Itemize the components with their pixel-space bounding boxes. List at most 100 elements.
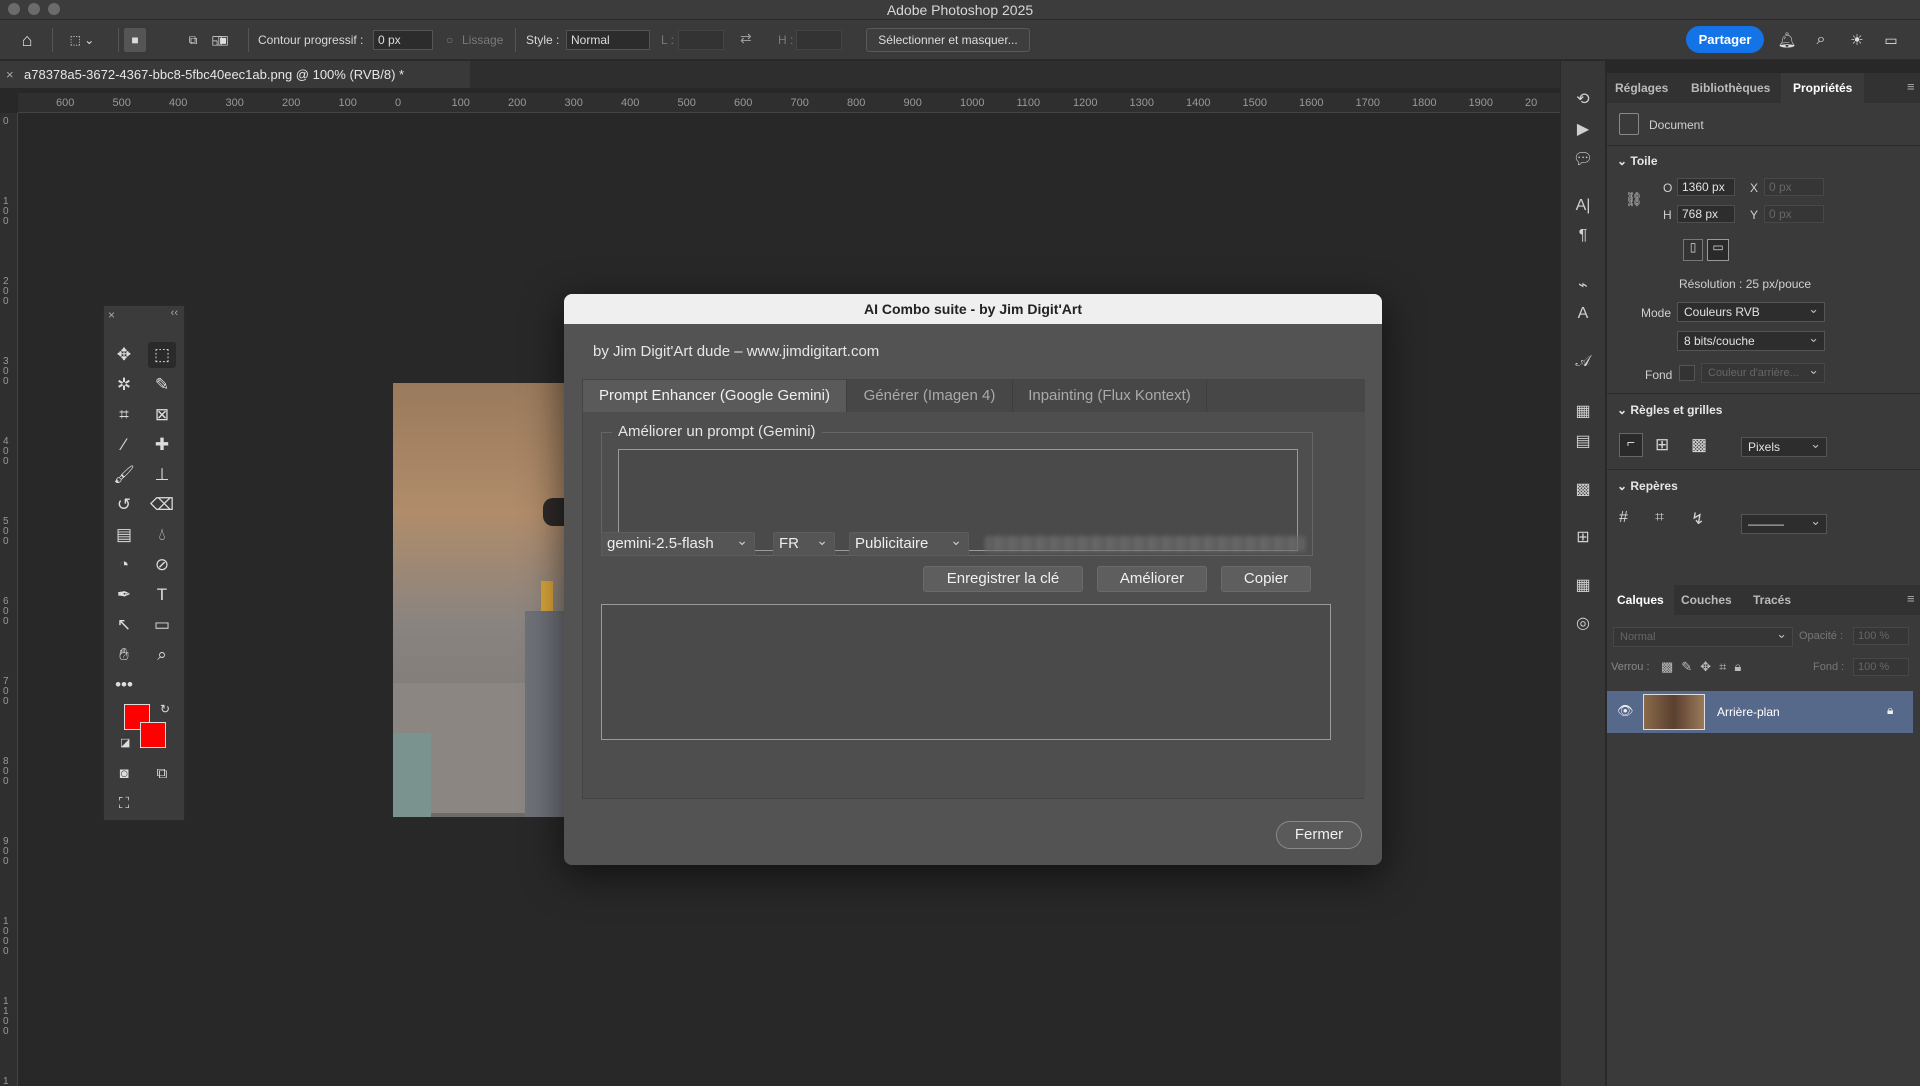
grid-icon[interactable]: ⊞ [1655, 435, 1669, 455]
table-icon[interactable]: ▦ [1571, 575, 1595, 597]
move-tool-icon[interactable]: ✥ [110, 342, 138, 368]
style-select[interactable]: Normal [566, 30, 650, 50]
guide-style-select[interactable]: ——— [1741, 512, 1827, 534]
feather-input[interactable]: 0 px [373, 30, 433, 50]
result-output[interactable] [601, 604, 1331, 740]
eyedropper-tool-icon[interactable]: ⁄ [110, 432, 138, 458]
close-tab-icon[interactable]: × [6, 61, 14, 88]
eraser-tool-icon[interactable]: ⌫ [148, 492, 176, 518]
character-icon[interactable]: A| [1571, 197, 1595, 219]
blur-tool-icon[interactable]: 💧︎ [148, 522, 176, 548]
collapse-tools-icon[interactable]: ‹‹ [171, 307, 178, 319]
swap-icon[interactable]: ⇄ [740, 30, 752, 47]
more-tools-icon[interactable]: ••• [110, 672, 138, 698]
language-select[interactable]: FR [773, 529, 835, 556]
notes-icon[interactable]: ▤ [1571, 431, 1595, 453]
tab-proprietes[interactable]: Propriétés [1781, 73, 1865, 103]
style-select[interactable]: Publicitaire [849, 529, 969, 556]
link-icon[interactable]: ⛓ [1625, 191, 1643, 208]
add-selection-icon[interactable]: ⧉ [182, 28, 204, 52]
tab-prompt-enhancer[interactable]: Prompt Enhancer (Google Gemini) [583, 380, 847, 412]
canvas-section-header[interactable]: ⌄ Toile [1617, 154, 1658, 168]
gradients-icon[interactable]: ▩ [1571, 479, 1595, 501]
canvas-y-input[interactable]: 0 px [1764, 205, 1824, 223]
width-input[interactable] [678, 30, 724, 50]
height-input[interactable] [796, 30, 842, 50]
history-icon[interactable]: ⟲ [1571, 89, 1595, 111]
hand-tool-icon[interactable]: ✋︎ [110, 642, 138, 668]
pixel-grid-icon[interactable]: ▩ [1691, 435, 1707, 455]
home-icon[interactable]: ⌂ [14, 28, 40, 52]
close-button[interactable]: Fermer [1276, 821, 1362, 849]
smudge-tool-icon[interactable]: ⊘ [148, 552, 176, 578]
swap-colors-icon[interactable]: ↻ [160, 702, 170, 716]
frame-tool-icon[interactable]: ⊠ [148, 402, 176, 428]
lock-icons[interactable]: ▩✎✥⌗🔒︎ [1661, 659, 1749, 675]
layer-row[interactable]: 👁︎ Arrière-plan 🔒︎ [1607, 691, 1913, 733]
type-tool-icon[interactable]: T [148, 582, 176, 608]
panel-menu-icon[interactable]: ≡ [1907, 79, 1915, 94]
bell-icon[interactable]: 🔔︎ [1776, 28, 1798, 52]
stamp-tool-icon[interactable]: ⊥ [148, 462, 176, 488]
zoom-tool-icon[interactable]: ⌕ [148, 642, 176, 668]
healing-tool-icon[interactable]: ✚ [148, 432, 176, 458]
copy-button[interactable]: Copier [1221, 566, 1311, 592]
units-select[interactable]: Pixels [1741, 435, 1827, 457]
select-and-mask-button[interactable]: Sélectionner et masquer... [866, 28, 1030, 52]
swatches-icon[interactable]: ▦ [1571, 401, 1595, 423]
tab-generate-imagen[interactable]: Générer (Imagen 4) [847, 380, 1013, 412]
quick-select-tool-icon[interactable]: ✎ [148, 372, 176, 398]
tab-couches[interactable]: Couches [1681, 585, 1732, 615]
bit-depth-select[interactable]: 8 bits/couche [1677, 329, 1825, 351]
paragraph-icon[interactable]: ¶ [1571, 227, 1595, 249]
opacity-input[interactable]: 100 % [1853, 627, 1909, 645]
tab-traces[interactable]: Tracés [1753, 585, 1791, 615]
lock-guides-icon[interactable]: ⌗ [1655, 509, 1664, 527]
intersect-selection-icon[interactable]: ▣ [212, 28, 234, 52]
channels-icon[interactable]: ⊞ [1571, 527, 1595, 549]
actions-icon[interactable]: ▶ [1571, 119, 1595, 141]
search-icon[interactable]: ⌕ [1810, 28, 1832, 52]
type-style-icon[interactable]: 𝒜 [1571, 353, 1595, 375]
guides-header[interactable]: ⌄ Repères [1617, 479, 1678, 493]
screen-mode-icon[interactable]: ⧉ [148, 760, 176, 786]
crop-tool-icon[interactable]: ⌗ [110, 402, 138, 428]
marquee-preset-button[interactable]: ⬚ ⌄ [62, 28, 102, 52]
brush-settings-icon[interactable]: ⌁ [1571, 275, 1595, 297]
object-select-tool-icon[interactable]: ✲ [110, 372, 138, 398]
portrait-icon[interactable]: ▯ [1683, 239, 1703, 261]
background-color-swatch[interactable] [140, 722, 166, 748]
api-key-field[interactable] [985, 536, 1305, 552]
path-select-tool-icon[interactable]: ↖ [110, 612, 138, 638]
save-key-button[interactable]: Enregistrer la clé [923, 566, 1083, 592]
marquee-tool-icon[interactable]: ⬚ [148, 342, 176, 368]
shape-tool-icon[interactable]: ▭ [148, 612, 176, 638]
model-select[interactable]: gemini-2.5-flash [601, 529, 755, 556]
tab-bibliotheques[interactable]: Bibliothèques [1691, 73, 1770, 103]
fill-swatch[interactable] [1679, 365, 1695, 381]
rulers-grids-header[interactable]: ⌄ Règles et grilles [1617, 403, 1722, 417]
layer-fill-input[interactable]: 100 % [1853, 658, 1909, 676]
antialias-checkbox[interactable]: ○ [446, 33, 453, 47]
generative-icon[interactable]: ⛶ [110, 790, 138, 816]
comments-icon[interactable]: 💬︎ [1571, 149, 1595, 171]
color-mode-select[interactable]: Couleurs RVB [1677, 300, 1825, 322]
lightbulb-icon[interactable]: ☀ [1846, 28, 1868, 52]
history-brush-tool-icon[interactable]: ↺ [110, 492, 138, 518]
tab-inpainting[interactable]: Inpainting (Flux Kontext) [1013, 380, 1207, 412]
document-tab[interactable]: × a78378a5-3672-4367-bbc8-5fbc40eec1ab.p… [0, 61, 470, 88]
plugins-icon[interactable]: ◎ [1571, 613, 1595, 635]
canvas-x-input[interactable]: 0 px [1764, 178, 1824, 196]
dodge-tool-icon[interactable]: ◔ [110, 552, 138, 578]
share-button[interactable]: Partager [1686, 26, 1764, 53]
default-colors-icon[interactable]: ◪ [120, 736, 130, 749]
eye-icon[interactable]: 👁︎ [1617, 703, 1634, 719]
close-tools-icon[interactable]: × [108, 308, 115, 322]
quick-mask-icon[interactable]: ◙ [110, 760, 138, 786]
workspace-icon[interactable]: ▭ [1880, 28, 1902, 52]
improve-button[interactable]: Améliorer [1097, 566, 1207, 592]
gradient-tool-icon[interactable]: ▤ [110, 522, 138, 548]
blend-mode-select[interactable]: Normal [1613, 625, 1793, 647]
new-selection-icon[interactable]: ■ [124, 28, 146, 52]
ruler-icon[interactable]: ⌐ [1619, 433, 1643, 457]
